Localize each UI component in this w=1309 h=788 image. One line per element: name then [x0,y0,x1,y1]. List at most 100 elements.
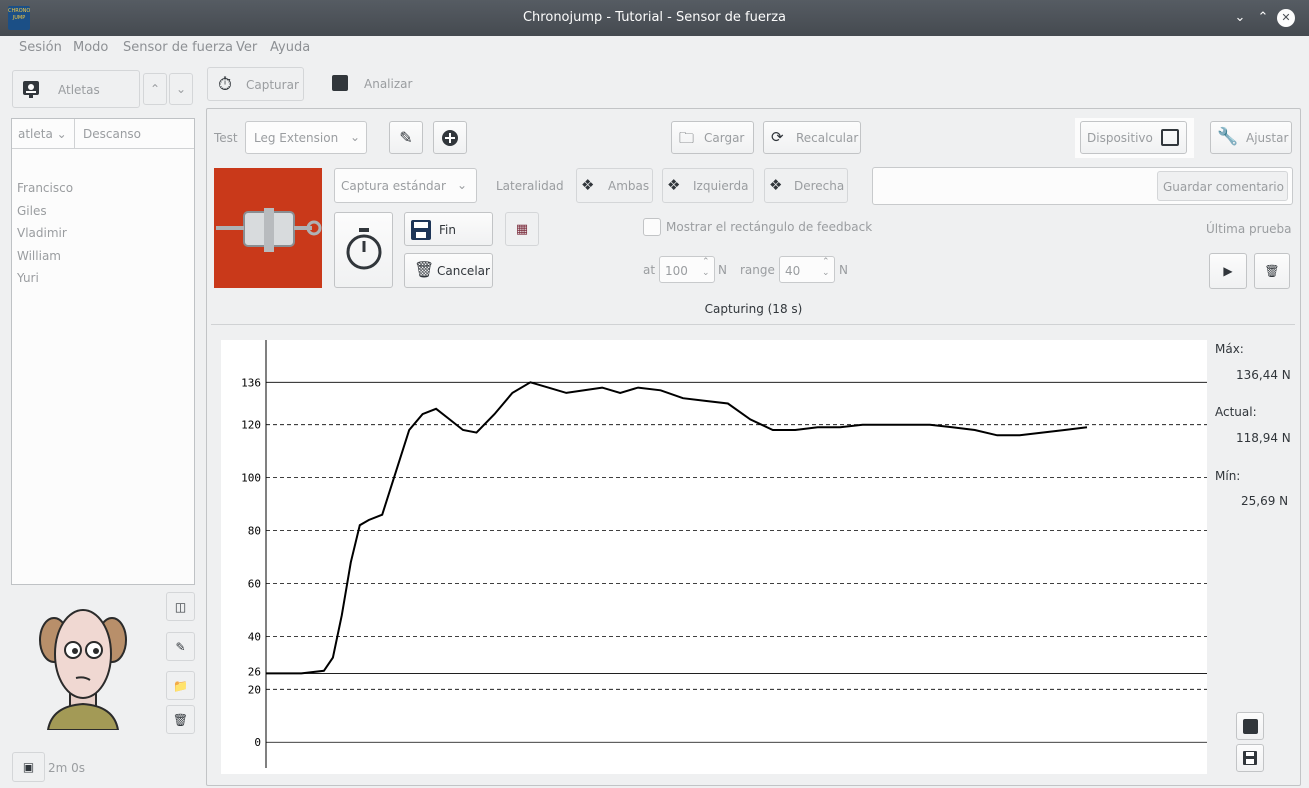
force-chart: 0 20 40 60 80 100 120 26 136 [221,340,1207,774]
recalculate-button[interactable]: ⟳ Recalcular [763,121,861,154]
at-spinner[interactable]: 100 ⌃ ⌄ [659,256,715,283]
range-unit: N [839,263,848,277]
camera-off-icon: ▦ [515,221,529,237]
list-item[interactable]: Vladimir [17,222,73,245]
athletes-list-header: atleta ⌄ Descanso [12,119,194,149]
athletes-label: Atletas [58,83,100,97]
y-tick-label: 100 [241,472,261,485]
person-right-icon: ❖ [769,176,783,194]
edit-test-button[interactable]: ✎ [389,121,423,154]
adjust-label: Ajustar [1246,131,1289,145]
delete-last-button[interactable]: 🗑 [1254,253,1290,289]
trash-icon: 🗑 [172,712,189,727]
range-value: 40 [785,264,801,278]
trash-icon: 🗑 [414,260,435,279]
title-bar: CHRONO JUMP Chronojump - Tutorial - Sens… [0,0,1309,36]
laterality-both-button[interactable]: ❖ Ambas [576,168,653,203]
y-tick-label: 120 [241,419,261,432]
max-label: Máx: [1215,342,1244,356]
recalculate-label: Recalcular [796,131,859,145]
test-select[interactable]: Leg Extension ⌄ [245,121,367,154]
athletes-list: atleta ⌄ Descanso Francisco Giles Vladim… [11,118,195,585]
person-left-icon: ❖ [667,176,681,194]
laterality-left-label: Izquierda [693,179,749,193]
menu-help[interactable]: Ayuda [270,40,310,55]
athlete-down-button[interactable]: ⌄ [169,73,193,105]
min-label: Mín: [1215,469,1241,483]
save-comment-button[interactable]: Guardar comentario [1157,171,1288,201]
y-tick-label: 80 [248,525,261,538]
avatar [38,598,128,731]
device-button[interactable]: Dispositivo [1080,121,1187,154]
save-comment-label: Guardar comentario [1163,180,1284,194]
range-label: range [740,263,775,277]
list-item[interactable]: Yuri [17,267,73,290]
laterality-right-button[interactable]: ❖ Derecha [764,168,848,203]
list-item[interactable]: Giles [17,200,73,223]
search-folder-button[interactable]: 📁 [166,671,195,700]
spinner-arrows-icon[interactable]: ⌃ ⌄ [822,257,830,279]
stopwatch-icon: ⏱ [218,74,233,95]
maximize-icon[interactable]: ⌃ [1254,9,1272,27]
list-item[interactable]: William [17,245,73,268]
test-label: Test [214,131,238,145]
force-series-line [266,381,1088,675]
chevron-down-icon: ⌄ [457,178,468,192]
finish-button[interactable]: Fin [404,212,493,246]
delete-athlete-button[interactable]: 🗑 [166,705,195,734]
laterality-both-label: Ambas [608,179,650,193]
menu-view[interactable]: Ver [236,40,257,55]
test-image [214,168,322,288]
rest-button[interactable]: ▣ [12,752,45,782]
chevron-down-icon: ⌄ [175,82,187,96]
menu-mode[interactable]: Modo [73,40,108,55]
list-item[interactable]: Francisco [17,177,73,200]
col-rest-header[interactable]: Descanso [83,127,141,141]
play-button[interactable]: ▶ [1209,253,1247,289]
folder-icon: 🗀 [679,129,695,147]
wrench-icon: 🔧 [1217,127,1239,147]
feedback-checkbox[interactable] [643,218,661,236]
current-value: 118,94 N [1236,431,1291,445]
athlete-card-icon [21,79,41,99]
floppy-disk-icon [1243,751,1257,765]
force-chart-svg: 0 20 40 60 80 100 120 26 136 [241,340,1207,768]
device-label: Dispositivo [1087,131,1153,145]
reference-line-label: 26 [248,665,261,678]
edit-athlete-button[interactable]: ✎ [166,632,195,661]
cancel-button[interactable]: 🗑 Cancelar [404,253,493,288]
col-athlete-header[interactable]: atleta ⌄ [18,127,67,141]
load-button[interactable]: 🗀 Cargar [671,121,754,154]
bar-chart-icon [332,75,348,91]
y-tick-label: 20 [248,683,261,696]
tab-capture[interactable]: ⏱ Capturar [207,67,304,101]
add-test-button[interactable] [433,121,467,154]
athlete-up-button[interactable]: ⌃ [143,73,167,105]
pencil-icon: ✎ [399,128,413,147]
laterality-left-button[interactable]: ❖ Izquierda [662,168,754,203]
minimize-icon[interactable]: ⌄ [1231,9,1249,27]
analyze-shortcut-button[interactable] [1236,712,1264,740]
tab-analyze[interactable]: Analizar [324,67,424,101]
at-unit: N [718,263,727,277]
capture-button[interactable] [334,212,393,288]
menu-force-sensor[interactable]: Sensor de fuerza [123,40,233,55]
capture-mode-select[interactable]: Captura estándar ⌄ [334,168,477,203]
athletes-button[interactable]: Atletas [12,70,140,108]
camera-off-button[interactable]: ▦ [505,212,539,246]
test-select-value: Leg Extension [254,131,339,145]
chevron-down-icon: ⌄ [350,130,361,144]
capture-status: Capturing (18 s) [704,302,803,316]
spinner-arrows-icon[interactable]: ⌃ ⌄ [702,257,710,279]
adjust-button[interactable]: 🔧 Ajustar [1210,121,1292,154]
y-tick-label: 0 [254,736,261,749]
plus-circle-icon [442,129,458,146]
save-chart-button[interactable] [1236,744,1264,772]
play-icon: ▶ [1223,264,1233,278]
athlete-photo-button[interactable]: ◫ [166,592,195,621]
range-spinner[interactable]: 40 ⌃ ⌄ [779,256,835,283]
last-test-label: Última prueba [1206,222,1292,236]
close-icon[interactable]: ✕ [1277,9,1295,27]
menu-session[interactable]: Sesión [19,40,62,55]
couch-icon: ▣ [22,760,35,774]
